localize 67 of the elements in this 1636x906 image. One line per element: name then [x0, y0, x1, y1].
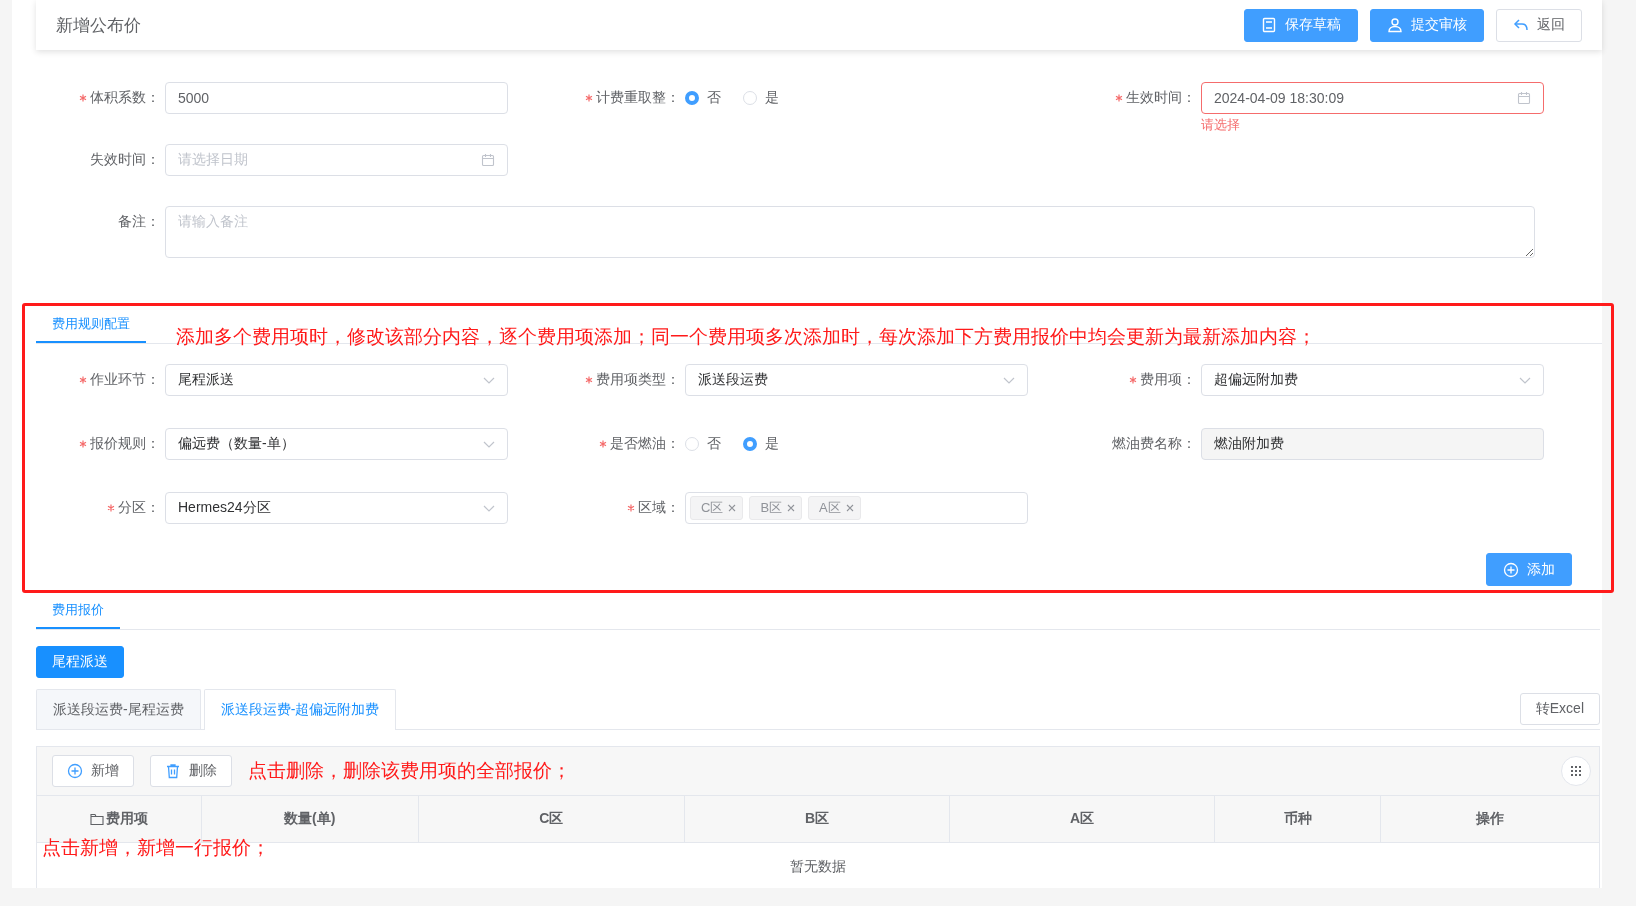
close-icon[interactable] [728, 504, 737, 512]
toolbar-button[interactable]: 删除 [150, 755, 232, 787]
toolbar-button[interactable]: 新增 [52, 755, 134, 787]
tab[interactable]: 派送段运费-超偏远附加费 [203, 689, 397, 730]
action-button[interactable]: 返回 [1496, 8, 1582, 42]
tag: A区 [808, 496, 861, 520]
field-label: 作业环节： [90, 371, 160, 389]
field-label: 费用项： [1140, 371, 1196, 389]
error-message: 请选择 [1201, 116, 1240, 134]
plus-circle-icon [67, 763, 83, 779]
person-icon [1387, 17, 1403, 33]
field-label: 体积系数： [90, 89, 160, 107]
chevron-down-icon [483, 376, 495, 384]
empty-message: 暂无数据 [790, 858, 846, 876]
field-label: 失效时间： [90, 151, 160, 169]
annotation-text: 点击删除，删除该费用项的全部报价； [248, 759, 571, 783]
field-label: 分区： [118, 499, 160, 517]
tab[interactable]: 费用规则配置 [36, 307, 146, 343]
field-label: 报价规则： [90, 435, 160, 453]
notes-field[interactable]: 请输入备注 [165, 206, 1535, 258]
tag: B区 [749, 496, 803, 520]
column-header: 币种 [1215, 796, 1382, 842]
field-label: 费用项类型： [596, 371, 680, 389]
trash-icon [165, 763, 181, 779]
select-field[interactable]: 偏远费（数量-单） [165, 428, 508, 460]
annotation-text: 添加多个费用项时，修改该部分内容，逐个费用项添加；同一个费用项多次添加时，每次添加下方费用报价中均会更新为最新添加内容； [176, 325, 1316, 349]
folder-icon [89, 813, 104, 825]
export-button[interactable]: 转Excel [1519, 693, 1600, 725]
radio-option[interactable]: 否 [685, 435, 721, 453]
calendar-icon [1517, 91, 1531, 105]
radio-button[interactable] [743, 437, 757, 451]
save-icon [1261, 17, 1277, 33]
plus-circle-icon [1503, 561, 1519, 578]
column-header: C区 [418, 796, 686, 842]
column-header: B区 [685, 796, 950, 842]
radio-button[interactable] [685, 91, 699, 105]
column-settings-button[interactable] [1561, 756, 1591, 786]
chevron-down-icon [1003, 376, 1015, 384]
field-label: 生效时间： [1126, 89, 1196, 107]
field-label: 是否燃油： [610, 435, 680, 453]
tab[interactable]: 费用报价 [36, 593, 120, 629]
select-field[interactable]: Hermes24分区 [165, 492, 508, 524]
chevron-down-icon [483, 440, 495, 448]
text-field[interactable]: 5000 [165, 82, 508, 114]
column-header: A区 [949, 796, 1216, 842]
radio-option[interactable]: 否 [685, 89, 721, 107]
field-label: 备注： [118, 213, 160, 231]
date-field[interactable]: 2024-04-09 18:30:09 [1201, 82, 1544, 114]
back-arrow-icon [1513, 17, 1529, 33]
field-label: 区域： [638, 499, 680, 517]
field-label: 计费重取整： [596, 89, 680, 107]
grid-dots-icon [1570, 765, 1582, 777]
select-field[interactable]: 超偏远附加费 [1201, 364, 1544, 396]
field-label: 燃油费名称： [1112, 435, 1196, 453]
calendar-icon [481, 153, 495, 167]
page-title: 新增公布价 [56, 14, 141, 37]
radio-option[interactable]: 是 [743, 435, 779, 453]
chevron-down-icon [1519, 376, 1531, 384]
chevron-down-icon [483, 504, 495, 512]
close-icon[interactable] [787, 504, 796, 512]
radio-option[interactable]: 是 [743, 89, 779, 107]
close-icon[interactable] [845, 504, 854, 512]
column-header: 操作 [1475, 809, 1506, 828]
select-field[interactable]: 派送段运费 [685, 364, 1028, 396]
tag: C区 [690, 496, 744, 520]
tab[interactable]: 派送段运费-尾程运费 [36, 689, 201, 729]
select-field[interactable]: 尾程派送 [165, 364, 508, 396]
